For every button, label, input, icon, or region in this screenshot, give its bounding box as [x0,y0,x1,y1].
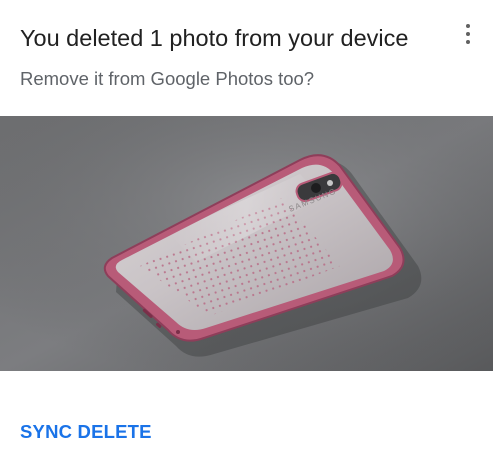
dialog-subtitle: Remove it from Google Photos too? [20,68,315,89]
menu-dot [466,24,470,28]
more-vert-icon[interactable] [456,20,480,50]
photo-image: SAMSUNG [0,116,493,371]
deleted-photo-preview[interactable]: SAMSUNG [0,116,493,371]
sync-delete-button[interactable]: SYNC DELETE [20,420,152,444]
sync-delete-card: You deleted 1 photo from your device Rem… [0,0,493,456]
menu-dot [466,32,470,36]
dialog-title: You deleted 1 photo from your device [20,25,409,51]
menu-dot [466,40,470,44]
